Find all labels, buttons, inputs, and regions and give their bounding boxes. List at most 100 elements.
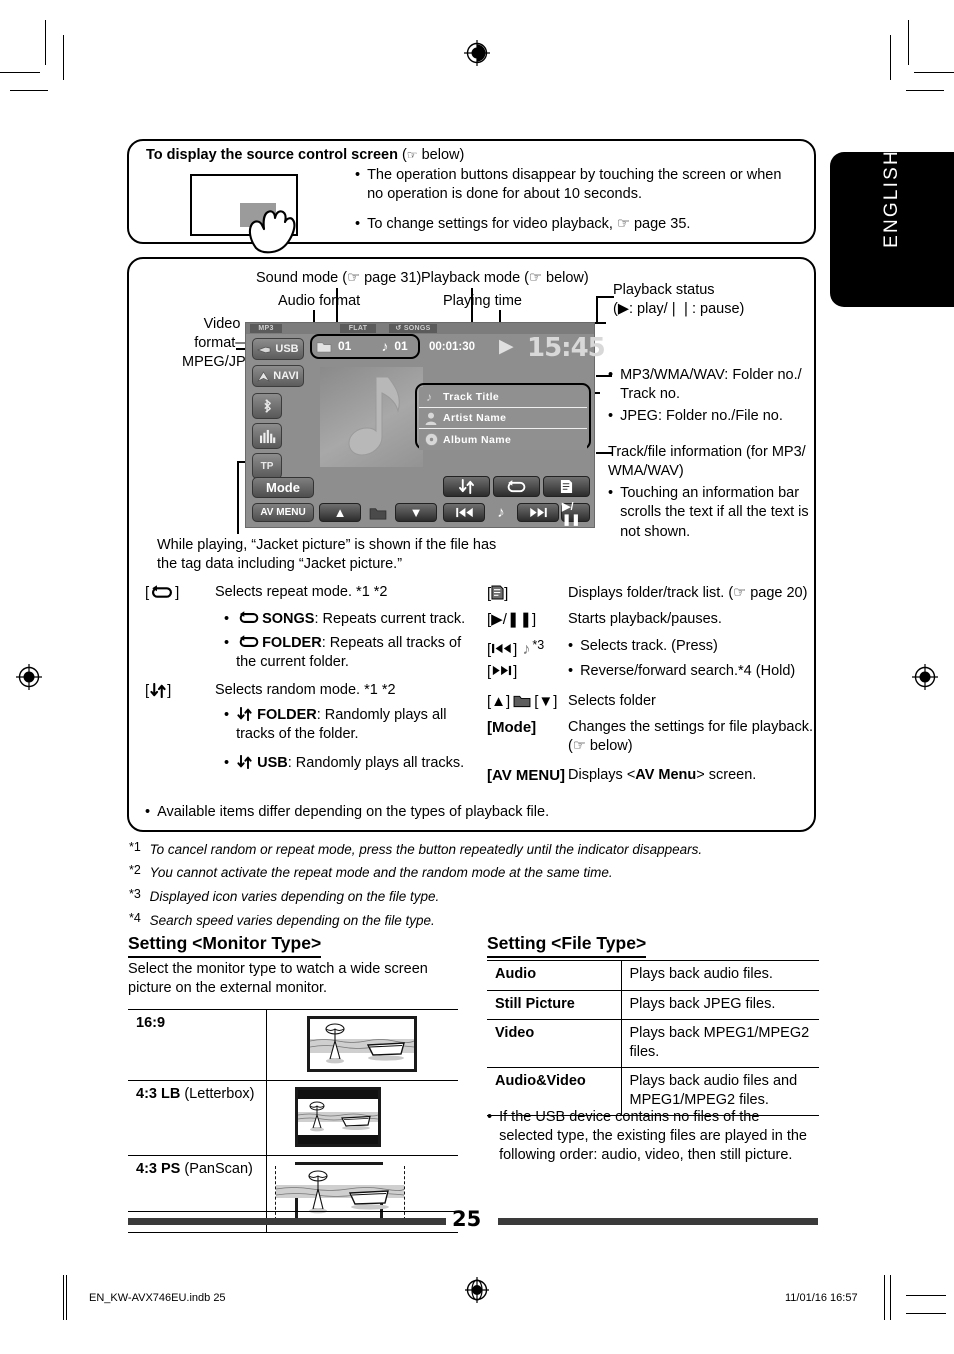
callout-playback-mode: Playback mode (☞ below) [421,270,589,286]
prev-icon [492,643,511,654]
status-label-mp3: MP3 [250,324,282,333]
folder-icon [513,695,531,708]
crop-mark-tl-h [0,72,40,74]
table-row: 16:9 [128,1009,458,1081]
footnote-2-mark: *2 [129,863,141,877]
info-bar-album-name[interactable]: Album Name [419,429,587,450]
monitor-type-row-1-label: 16:9 [128,1009,267,1081]
callout-playback-status: Playback status (▶: play/❘❘: pause) [613,281,813,319]
source-control-bullet-2-text: To change settings for video playback, ☞… [367,216,691,232]
crop-mark-tl-v [45,20,47,65]
folder-up-button[interactable]: ▲ [319,503,361,522]
note-icon: ♪ [522,641,531,658]
callout-jacket-note: While playing, “Jacket picture” is shown… [157,537,497,573]
legend-left-random-desc: Selects random mode. *1 *2 [215,682,396,698]
callout-folder-track: • MP3/WMA/WAV: Folder no./ Track no. • J… [608,366,808,426]
footer-file-name: EN_KW-AVX746EU.indb 25 [89,1292,226,1304]
list-button[interactable] [543,476,590,497]
footnote-2: *2 You cannot activate the repeat mode a… [129,862,819,882]
callout-track-info-title: Track/file information (for MP3/ WMA/WAV… [608,444,806,480]
info-bar-artist-name-label: Artist Name [443,412,507,424]
folder-down-button[interactable]: ▼ [395,503,437,522]
random-button[interactable] [443,476,490,497]
callout-track-info-bullet: Touching an information bar scrolls the … [620,485,809,540]
sidebar-button-usb[interactable]: USB [252,338,304,360]
table-row: Still Picture Plays back JPEG files. [487,990,819,1021]
equalizer-icon [259,429,275,443]
source-control-title-suffix: below) [421,147,465,163]
language-tab-label: ENGLISH [881,149,902,248]
legend-right-folder-key: [▲] [▼] [487,693,558,710]
monitor-type-intro: Select the monitor type to watch a wide … [128,961,428,997]
sidebar-button-equalizer[interactable] [252,423,282,449]
monitor-type-row-3-label-bold: 4:3 PS [136,1161,181,1177]
legend-right-prev-desc: • Selects track. (Press) [568,637,818,656]
source-control-title-line: To display the source control screen (☞ … [146,147,465,163]
play-pause-button[interactable]: ▶/❚❚ [561,501,590,526]
registration-mark-top [464,40,490,66]
info-bar-album-name-label: Album Name [443,433,512,446]
legend-left-repeat-b1: • SONGS: Repeats current track. [224,611,466,627]
random-icon [150,682,166,699]
folder-icon [369,507,387,519]
list-icon [491,585,504,600]
play-status-indicator: ▶ [499,336,514,357]
sidebar-button-navi[interactable]: NAVI [252,365,304,387]
pointer-icon: ☞ [406,148,418,162]
prev-icon [455,507,473,518]
mode-button[interactable]: Mode [252,477,314,498]
info-bar-track-title[interactable]: ♪ Track Title [419,387,587,408]
monitor-type-heading: Setting <Monitor Type> [128,932,322,959]
footnote-3-mark: *3 [129,887,141,901]
legend-right-prev-key: [ ] ♪ *3 [487,638,545,658]
footnote-1: *1 To cancel random or repeat mode, pres… [129,839,819,859]
jacket-picture [320,367,423,467]
legend-right-prev-desc-text: Selects track. (Press) [580,638,718,654]
registration-mark-left [16,664,42,690]
language-tab: ENGLISH [830,149,954,307]
random-icon [459,479,474,494]
leader-playback-mode [471,288,473,325]
playing-time-value: 00:01:30 [429,341,476,353]
av-menu-button[interactable]: AV MENU [252,503,314,522]
legend-right-next-desc-text: Reverse/forward search.*4 (Hold) [580,663,796,679]
status-label-flat: FLAT [340,324,376,333]
legend-left-repeat-b1-bold: SONGS [262,611,315,627]
file-type-heading: Setting <File Type> [487,932,647,959]
info-bar-artist-name[interactable]: Artist Name [419,408,587,429]
repeat-button[interactable] [493,476,540,497]
file-type-row-2-desc: Plays back JPEG files. [621,990,819,1021]
disc-icon [425,433,438,446]
legend-left-random-key: [ ] [145,682,172,699]
registration-mark-bottom [465,1277,489,1303]
box-note: • Available items differ depending on th… [145,803,785,822]
footer-timestamp: 11/01/16 16:57 [785,1292,858,1304]
monitor-type-row-2-label: 4:3 LB (Letterbox) [128,1080,267,1156]
next-track-button[interactable] [517,503,559,522]
file-type-table: Audio Plays back audio files. Still Pict… [487,960,819,1117]
crop-mark-br-h [906,1295,946,1297]
sidebar-button-tp[interactable]: TP [252,453,282,479]
prev-track-button[interactable] [443,503,485,522]
callout-sound-mode: Sound mode (☞ page 31) [256,270,422,286]
sidebar-button-bluetooth[interactable] [252,393,282,419]
usb-icon [257,346,271,353]
bluetooth-icon [263,399,271,413]
footer-rule [128,1211,460,1213]
note-indicator-button: ♪ [497,504,505,521]
repeat-icon [152,585,173,598]
crop-mark-tl-h2 [10,90,48,92]
beach-scene-icon [310,1023,415,1064]
status-label-songs: ↺ SONGS [389,324,437,333]
box-note-text: Available items differ depending on the … [157,804,550,820]
legend-right-prev-note: *3 [532,638,545,652]
footnote-2-text: You cannot activate the repeat mode and … [149,865,613,880]
monitor-type-row-2-label-bold: 4:3 LB [136,1086,181,1102]
legend-left-random-b2-text: : Randomly plays all tracks. [287,755,465,771]
leader-jacket-v [237,462,239,534]
legend-left-random-b2: • USB: Randomly plays all tracks. [224,754,465,771]
table-row: Audio Plays back audio files. [487,960,819,991]
legend-left-repeat-desc: Selects repeat mode. *1 *2 [215,584,388,600]
legend-left-repeat-key: [ ] [145,584,180,601]
repeat-status-icon: ↺ [395,325,402,332]
